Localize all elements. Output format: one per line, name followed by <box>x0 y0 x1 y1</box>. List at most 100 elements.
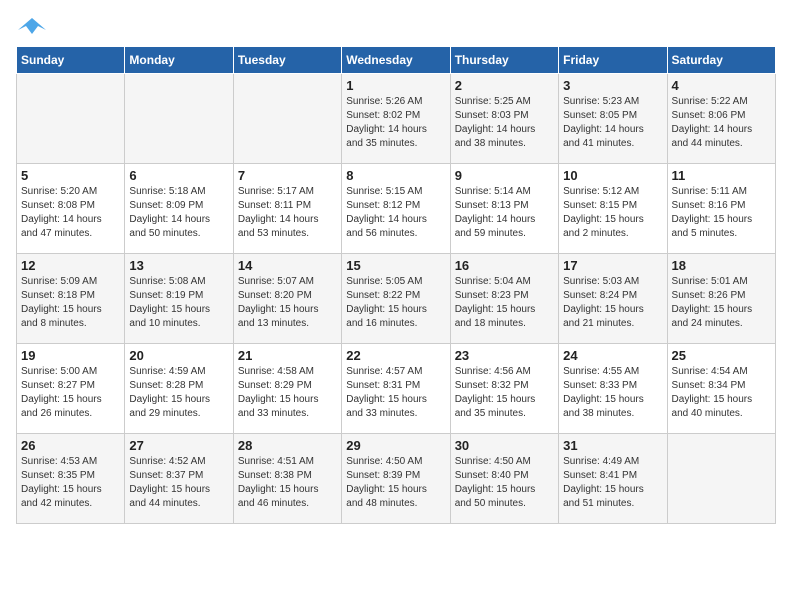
cell-details: Sunrise: 4:53 AM Sunset: 8:35 PM Dayligh… <box>21 455 120 511</box>
day-number: 15 <box>346 258 445 273</box>
calendar-cell: 13Sunrise: 5:08 AM Sunset: 8:19 PM Dayli… <box>125 254 233 344</box>
day-number: 3 <box>563 78 662 93</box>
day-header-monday: Monday <box>125 47 233 74</box>
cell-details: Sunrise: 5:04 AM Sunset: 8:23 PM Dayligh… <box>455 275 554 331</box>
day-number: 1 <box>346 78 445 93</box>
calendar-cell: 3 Sunrise: 5:23 AM Sunset: 8:05 PM Daylig… <box>559 74 667 164</box>
logo <box>16 16 46 38</box>
day-number: 31 <box>563 438 662 453</box>
day-number: 24 <box>563 348 662 363</box>
cell-details: Sunrise: 4:50 AM Sunset: 8:39 PM Dayligh… <box>346 455 445 511</box>
day-number: 27 <box>129 438 228 453</box>
calendar-cell: 25 Sunrise: 4:54 AM Sunset: 8:34 PM Dayli… <box>667 344 775 434</box>
cell-details: Sunrise: 5:20 AM Sunset: 8:08 PM Dayligh… <box>21 185 120 241</box>
day-number: 22 <box>346 348 445 363</box>
day-number: 6 <box>129 168 228 183</box>
day-number: 18 <box>672 258 771 273</box>
calendar-cell: 19 Sunrise: 5:00 AM Sunset: 8:27 PM Dayli… <box>17 344 125 434</box>
cell-details: Sunrise: 4:55 AM Sunset: 8:33 PM Dayligh… <box>563 365 662 421</box>
calendar-header-row: SundayMondayTuesdayWednesdayThursdayFrid… <box>17 47 776 74</box>
cell-details: Sunrise: 5:12 AM Sunset: 8:15 PM Dayligh… <box>563 185 662 241</box>
cell-details: Sunrise: 5:00 AM Sunset: 8:27 PM Dayligh… <box>21 365 120 421</box>
calendar-cell <box>17 74 125 164</box>
day-header-wednesday: Wednesday <box>342 47 450 74</box>
calendar-cell: 23 Sunrise: 4:56 AM Sunset: 8:32 PM Dayli… <box>450 344 558 434</box>
calendar-cell: 5 Sunrise: 5:20 AM Sunset: 8:08 PM Daylig… <box>17 164 125 254</box>
calendar-cell: 31Sunrise: 4:49 AM Sunset: 8:41 PM Dayli… <box>559 434 667 524</box>
day-number: 20 <box>129 348 228 363</box>
page-header <box>16 16 776 38</box>
day-number: 26 <box>21 438 120 453</box>
calendar-cell: 7Sunrise: 5:17 AM Sunset: 8:11 PM Daylig… <box>233 164 341 254</box>
day-header-tuesday: Tuesday <box>233 47 341 74</box>
day-number: 12 <box>21 258 120 273</box>
day-header-thursday: Thursday <box>450 47 558 74</box>
cell-details: Sunrise: 4:59 AM Sunset: 8:28 PM Dayligh… <box>129 365 228 421</box>
day-number: 9 <box>455 168 554 183</box>
calendar-cell: 24 Sunrise: 4:55 AM Sunset: 8:33 PM Dayli… <box>559 344 667 434</box>
day-header-saturday: Saturday <box>667 47 775 74</box>
calendar-cell: 21 Sunrise: 4:58 AM Sunset: 8:29 PM Dayli… <box>233 344 341 434</box>
calendar-table: SundayMondayTuesdayWednesdayThursdayFrid… <box>16 46 776 524</box>
calendar-cell: 8Sunrise: 5:15 AM Sunset: 8:12 PM Daylig… <box>342 164 450 254</box>
cell-details: Sunrise: 4:58 AM Sunset: 8:29 PM Dayligh… <box>238 365 337 421</box>
cell-details: Sunrise: 4:54 AM Sunset: 8:34 PM Dayligh… <box>672 365 771 421</box>
day-number: 28 <box>238 438 337 453</box>
cell-details: Sunrise: 5:14 AM Sunset: 8:13 PM Dayligh… <box>455 185 554 241</box>
day-number: 17 <box>563 258 662 273</box>
calendar-cell <box>667 434 775 524</box>
calendar-cell: 14Sunrise: 5:07 AM Sunset: 8:20 PM Dayli… <box>233 254 341 344</box>
cell-details: Sunrise: 5:18 AM Sunset: 8:09 PM Dayligh… <box>129 185 228 241</box>
calendar-cell <box>233 74 341 164</box>
cell-details: Sunrise: 5:05 AM Sunset: 8:22 PM Dayligh… <box>346 275 445 331</box>
calendar-cell: 28 Sunrise: 4:51 AM Sunset: 8:38 PM Dayli… <box>233 434 341 524</box>
cell-details: Sunrise: 4:50 AM Sunset: 8:40 PM Dayligh… <box>455 455 554 511</box>
cell-details: Sunrise: 4:51 AM Sunset: 8:38 PM Dayligh… <box>238 455 337 511</box>
calendar-cell: 26 Sunrise: 4:53 AM Sunset: 8:35 PM Dayli… <box>17 434 125 524</box>
calendar-cell: 15 Sunrise: 5:05 AM Sunset: 8:22 PM Dayli… <box>342 254 450 344</box>
cell-details: Sunrise: 4:56 AM Sunset: 8:32 PM Dayligh… <box>455 365 554 421</box>
calendar-week-row: 1 Sunrise: 5:26 AM Sunset: 8:02 PM Daylig… <box>17 74 776 164</box>
cell-details: Sunrise: 5:07 AM Sunset: 8:20 PM Dayligh… <box>238 275 337 331</box>
day-number: 4 <box>672 78 771 93</box>
calendar-week-row: 26 Sunrise: 4:53 AM Sunset: 8:35 PM Dayli… <box>17 434 776 524</box>
cell-details: Sunrise: 5:22 AM Sunset: 8:06 PM Dayligh… <box>672 95 771 151</box>
day-header-friday: Friday <box>559 47 667 74</box>
cell-details: Sunrise: 5:01 AM Sunset: 8:26 PM Dayligh… <box>672 275 771 331</box>
cell-details: Sunrise: 5:26 AM Sunset: 8:02 PM Dayligh… <box>346 95 445 151</box>
cell-details: Sunrise: 5:08 AM Sunset: 8:19 PM Dayligh… <box>129 275 228 331</box>
calendar-cell: 27 Sunrise: 4:52 AM Sunset: 8:37 PM Dayli… <box>125 434 233 524</box>
cell-details: Sunrise: 5:25 AM Sunset: 8:03 PM Dayligh… <box>455 95 554 151</box>
day-number: 2 <box>455 78 554 93</box>
calendar-cell: 29 Sunrise: 4:50 AM Sunset: 8:39 PM Dayli… <box>342 434 450 524</box>
cell-details: Sunrise: 5:11 AM Sunset: 8:16 PM Dayligh… <box>672 185 771 241</box>
cell-details: Sunrise: 5:17 AM Sunset: 8:11 PM Dayligh… <box>238 185 337 241</box>
calendar-cell <box>125 74 233 164</box>
day-number: 29 <box>346 438 445 453</box>
calendar-cell: 20 Sunrise: 4:59 AM Sunset: 8:28 PM Dayli… <box>125 344 233 434</box>
calendar-week-row: 12Sunrise: 5:09 AM Sunset: 8:18 PM Dayli… <box>17 254 776 344</box>
day-number: 21 <box>238 348 337 363</box>
calendar-cell: 6 Sunrise: 5:18 AM Sunset: 8:09 PM Daylig… <box>125 164 233 254</box>
calendar-cell: 18 Sunrise: 5:01 AM Sunset: 8:26 PM Dayli… <box>667 254 775 344</box>
day-number: 19 <box>21 348 120 363</box>
calendar-cell: 1 Sunrise: 5:26 AM Sunset: 8:02 PM Daylig… <box>342 74 450 164</box>
calendar-cell: 30 Sunrise: 4:50 AM Sunset: 8:40 PM Dayli… <box>450 434 558 524</box>
day-header-sunday: Sunday <box>17 47 125 74</box>
calendar-cell: 16 Sunrise: 5:04 AM Sunset: 8:23 PM Dayli… <box>450 254 558 344</box>
calendar-cell: 11Sunrise: 5:11 AM Sunset: 8:16 PM Dayli… <box>667 164 775 254</box>
cell-details: Sunrise: 5:15 AM Sunset: 8:12 PM Dayligh… <box>346 185 445 241</box>
calendar-week-row: 5 Sunrise: 5:20 AM Sunset: 8:08 PM Daylig… <box>17 164 776 254</box>
day-number: 30 <box>455 438 554 453</box>
cell-details: Sunrise: 4:57 AM Sunset: 8:31 PM Dayligh… <box>346 365 445 421</box>
cell-details: Sunrise: 5:23 AM Sunset: 8:05 PM Dayligh… <box>563 95 662 151</box>
calendar-week-row: 19 Sunrise: 5:00 AM Sunset: 8:27 PM Dayli… <box>17 344 776 434</box>
calendar-cell: 12Sunrise: 5:09 AM Sunset: 8:18 PM Dayli… <box>17 254 125 344</box>
calendar-cell: 9 Sunrise: 5:14 AM Sunset: 8:13 PM Daylig… <box>450 164 558 254</box>
calendar-cell: 10Sunrise: 5:12 AM Sunset: 8:15 PM Dayli… <box>559 164 667 254</box>
day-number: 16 <box>455 258 554 273</box>
day-number: 25 <box>672 348 771 363</box>
day-number: 23 <box>455 348 554 363</box>
cell-details: Sunrise: 4:52 AM Sunset: 8:37 PM Dayligh… <box>129 455 228 511</box>
day-number: 5 <box>21 168 120 183</box>
